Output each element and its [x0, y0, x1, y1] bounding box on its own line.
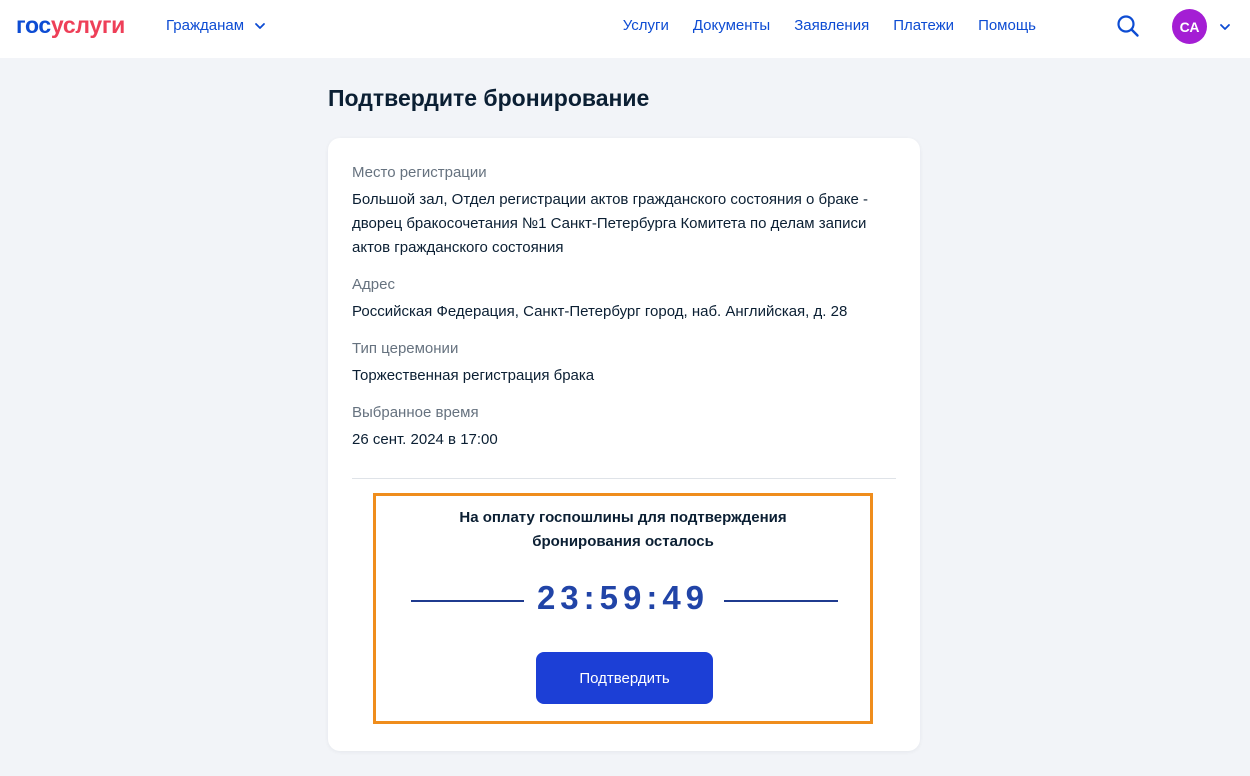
- time-label: Выбранное время: [352, 404, 479, 421]
- address-field: Адрес Российская Федерация, Санкт-Петерб…: [352, 274, 898, 324]
- confirm-button[interactable]: Подтвердить: [536, 652, 713, 704]
- chevron-down-icon: [255, 23, 265, 29]
- logo-part-gos: гос: [16, 12, 51, 38]
- nav-payments[interactable]: Платежи: [893, 16, 954, 36]
- nav-applications[interactable]: Заявления: [794, 16, 869, 36]
- ceremony-value: Торжественная регистрация брака: [352, 367, 595, 384]
- search-icon[interactable]: [1116, 14, 1140, 38]
- logo-part-uslugi: услуги: [50, 12, 125, 38]
- time-field: Выбранное время 26 сент. 2024 в 17:00: [352, 402, 898, 452]
- page-title: Подтвердите бронирование: [328, 85, 650, 111]
- gosuslugi-logo[interactable]: госуслуги: [16, 12, 125, 38]
- nav-documents[interactable]: Документы: [693, 16, 770, 36]
- address-value: Российская Федерация, Санкт-Петербург го…: [352, 303, 848, 320]
- main-nav: Услуги Документы Заявления Платежи Помощ…: [623, 16, 1036, 36]
- booking-card: Место регистрации Большой зал, Отдел рег…: [328, 138, 920, 751]
- payment-timer-box: На оплату госпошлины для подтверждения б…: [373, 493, 873, 724]
- ceremony-label: Тип церемонии: [352, 340, 459, 357]
- ceremony-field: Тип церемонии Торжественная регистрация …: [352, 338, 898, 388]
- audience-menu[interactable]: Гражданам: [166, 16, 266, 36]
- address-label: Адрес: [352, 276, 395, 293]
- nav-services[interactable]: Услуги: [623, 16, 669, 36]
- place-label: Место регистрации: [352, 164, 487, 181]
- divider: [352, 478, 896, 479]
- top-header: госуслуги Гражданам Услуги Документы Зая…: [0, 0, 1250, 58]
- avatar[interactable]: СА: [1172, 9, 1207, 44]
- timer-caption-line1: На оплату госпошлины для подтверждения: [459, 509, 787, 526]
- time-value: 26 сент. 2024 в 17:00: [352, 431, 498, 448]
- timer-line-left: [411, 600, 524, 602]
- chevron-down-icon[interactable]: [1219, 21, 1231, 33]
- profile-menu[interactable]: СА: [1172, 9, 1231, 44]
- timer-caption: На оплату госпошлины для подтверждения б…: [376, 506, 870, 554]
- audience-menu-label: Гражданам: [166, 17, 245, 34]
- countdown-timer: 23:59:49: [536, 579, 710, 616]
- timer-caption-line2: бронирования осталось: [532, 533, 714, 550]
- place-value: Большой зал, Отдел регистрации актов гра…: [352, 191, 869, 256]
- place-field: Место регистрации Большой зал, Отдел рег…: [352, 162, 898, 260]
- timer-line-right: [724, 600, 838, 602]
- nav-help[interactable]: Помощь: [978, 16, 1036, 36]
